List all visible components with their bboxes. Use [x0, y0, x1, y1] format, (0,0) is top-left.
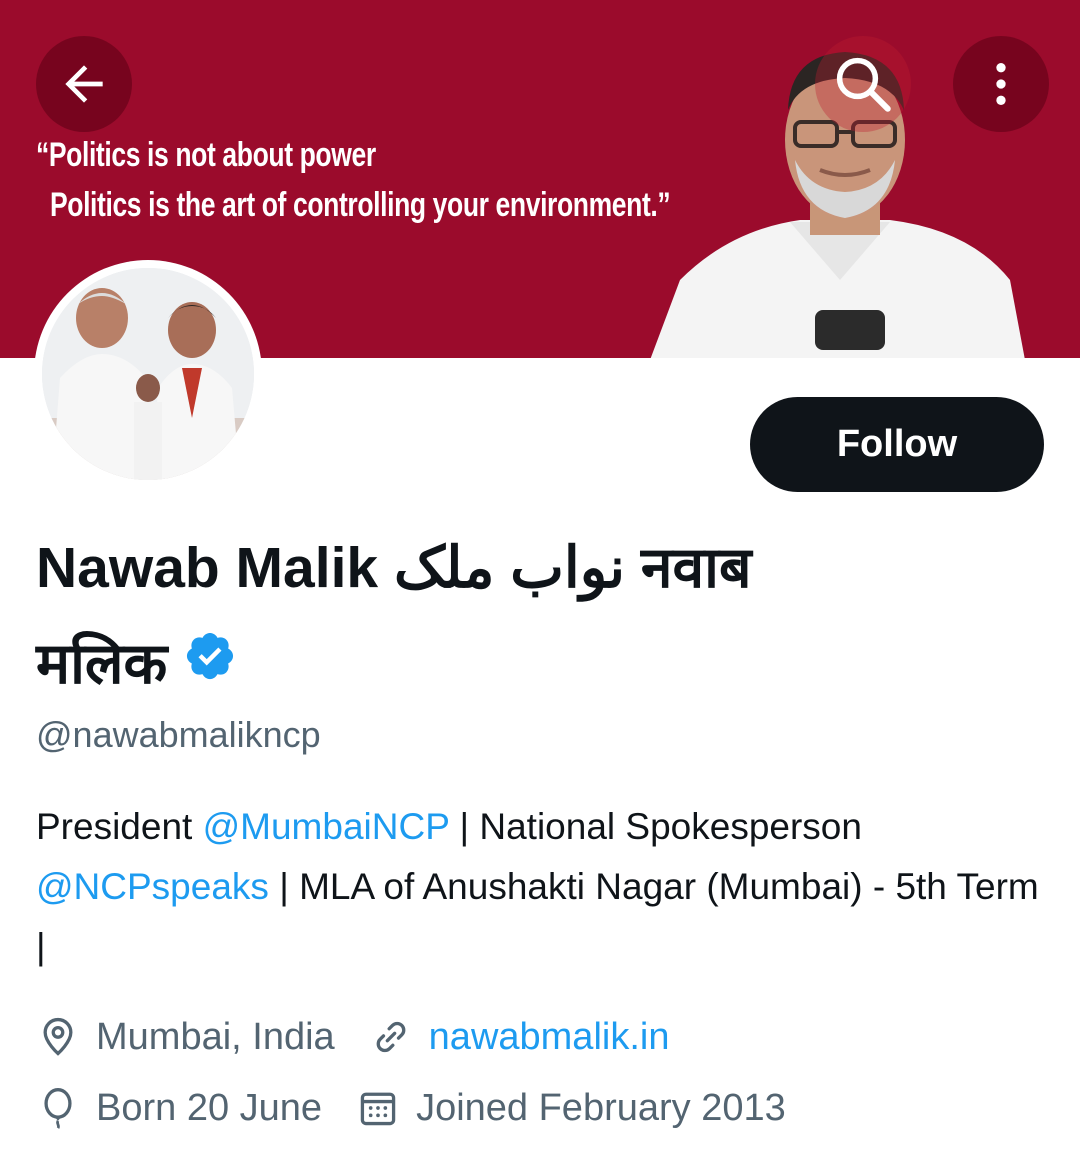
avatar-photo	[42, 268, 254, 480]
calendar-icon	[356, 1086, 400, 1130]
profile-name-line2: मलिक	[36, 632, 168, 696]
profile-avatar[interactable]	[34, 260, 262, 488]
location-pin-icon	[36, 1015, 80, 1059]
bio-mention-link[interactable]: @MumbaiNCP	[203, 806, 450, 847]
profile-bio: President @MumbaiNCP | National Spokespe…	[36, 797, 1046, 977]
back-button[interactable]	[36, 36, 132, 132]
website-link[interactable]: nawabmalik.in	[429, 1016, 670, 1059]
balloon-icon	[36, 1086, 80, 1130]
joined-item: Joined February 2013	[356, 1086, 786, 1130]
profile-meta-row: Mumbai, India nawabmalik.in	[36, 1009, 669, 1065]
birthday-item: Born 20 June	[36, 1086, 322, 1130]
banner-quote-line2: Politics is the art of controlling your …	[36, 186, 671, 224]
banner-quote-line1: “Politics is not about power	[36, 136, 376, 174]
bio-text: | National Spokesperson	[449, 806, 862, 847]
bio-text: President	[36, 806, 203, 847]
bio-mention-link[interactable]: @NCPspeaks	[36, 866, 269, 907]
joined-text: Joined February 2013	[416, 1086, 786, 1129]
profile-name-line1: Nawab Malik نواب ملک नवाब	[36, 536, 752, 600]
more-options-button[interactable]	[953, 36, 1049, 132]
follow-button[interactable]: Follow	[750, 397, 1044, 492]
search-button[interactable]	[815, 36, 911, 132]
arrow-left-icon	[65, 65, 103, 103]
profile-handle: @nawabmalikncp	[36, 714, 321, 755]
location-text: Mumbai, India	[96, 1015, 335, 1058]
banner-quote: “Politics is not about power Politics is…	[36, 130, 671, 230]
search-icon	[836, 57, 891, 112]
profile-meta-row: Born 20 June Joined February 2013	[36, 1080, 786, 1136]
link-icon	[369, 1015, 413, 1059]
location-item: Mumbai, India	[36, 1015, 335, 1059]
verified-badge-icon[interactable]	[183, 624, 237, 704]
profile-name: Nawab Malik نواب ملک नवाब मलिक	[36, 528, 1036, 704]
birthday-text: Born 20 June	[96, 1086, 323, 1129]
website-item[interactable]: nawabmalik.in	[369, 1015, 670, 1059]
more-vertical-icon	[996, 63, 1006, 105]
